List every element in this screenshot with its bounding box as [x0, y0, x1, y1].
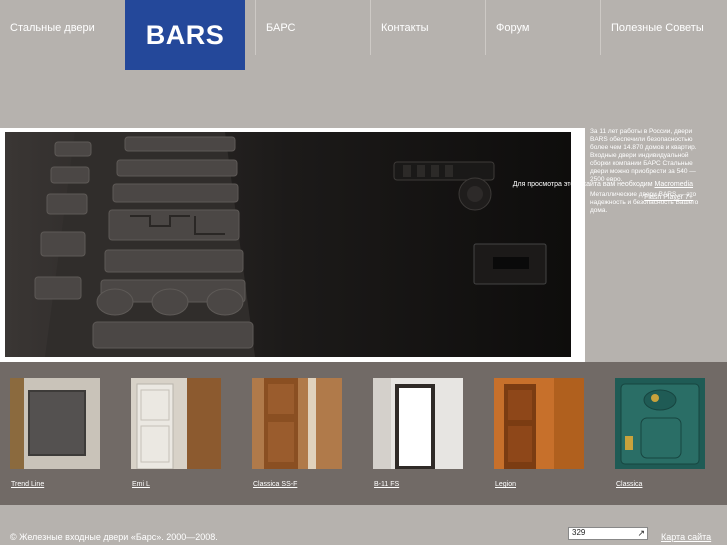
counter-value: 329: [572, 528, 586, 537]
sitemap-link[interactable]: Карта сайта: [661, 532, 711, 542]
nav-item-steel-doors[interactable]: Стальные двери: [0, 0, 115, 55]
arrow-right-icon: ↗: [637, 528, 645, 538]
thumb-label-classica-ss-f[interactable]: Classica SS-F: [253, 481, 297, 488]
nav-item-contacts[interactable]: Контакты: [370, 0, 485, 55]
door-thumb-emi-l[interactable]: [131, 378, 221, 469]
hero-image: [5, 132, 571, 357]
copyright-text: © Железные входные двери «Барс». 2000—20…: [10, 532, 218, 542]
top-nav: Стальные двери БАРС Контакты Форум Полез…: [0, 0, 727, 55]
side-description: За 11 лет работы в России, двери BARS об…: [590, 128, 710, 222]
nav-item-forum[interactable]: Форум: [485, 0, 600, 55]
door-gallery: Trend Line Emi L Classica SS-F B-11 FS L…: [0, 362, 727, 505]
door-panel-illustration: [5, 132, 571, 357]
thumb-label-emi-l[interactable]: Emi L: [132, 481, 150, 488]
thumb-label-classica[interactable]: Classica: [616, 481, 642, 488]
visitor-counter[interactable]: 329 ↗: [568, 527, 648, 540]
nav-item-tips[interactable]: Полезные Советы: [600, 0, 727, 55]
side-paragraph-2: Металлические двери BARS — это надежност…: [590, 191, 699, 214]
door-thumb-trend-line[interactable]: [10, 378, 100, 469]
logo-text: BARS: [145, 19, 225, 50]
door-thumb-classica[interactable]: [615, 378, 705, 469]
thumb-label-b11-fs[interactable]: B-11 FS: [374, 481, 399, 488]
thumb-label-legion[interactable]: Legion: [495, 481, 516, 488]
thumb-label-trend-line[interactable]: Trend Line: [11, 481, 44, 488]
bars-logo[interactable]: BARS: [125, 0, 245, 70]
footer: © Железные входные двери «Барс». 2000—20…: [0, 505, 727, 545]
nav-item-bars[interactable]: БАРС: [255, 0, 370, 55]
door-thumb-classica-ss-f[interactable]: [252, 378, 342, 469]
door-thumb-b11-fs[interactable]: [373, 378, 463, 469]
door-thumb-legion[interactable]: [494, 378, 584, 469]
side-paragraph-1: За 11 лет работы в России, двери BARS об…: [590, 128, 697, 183]
